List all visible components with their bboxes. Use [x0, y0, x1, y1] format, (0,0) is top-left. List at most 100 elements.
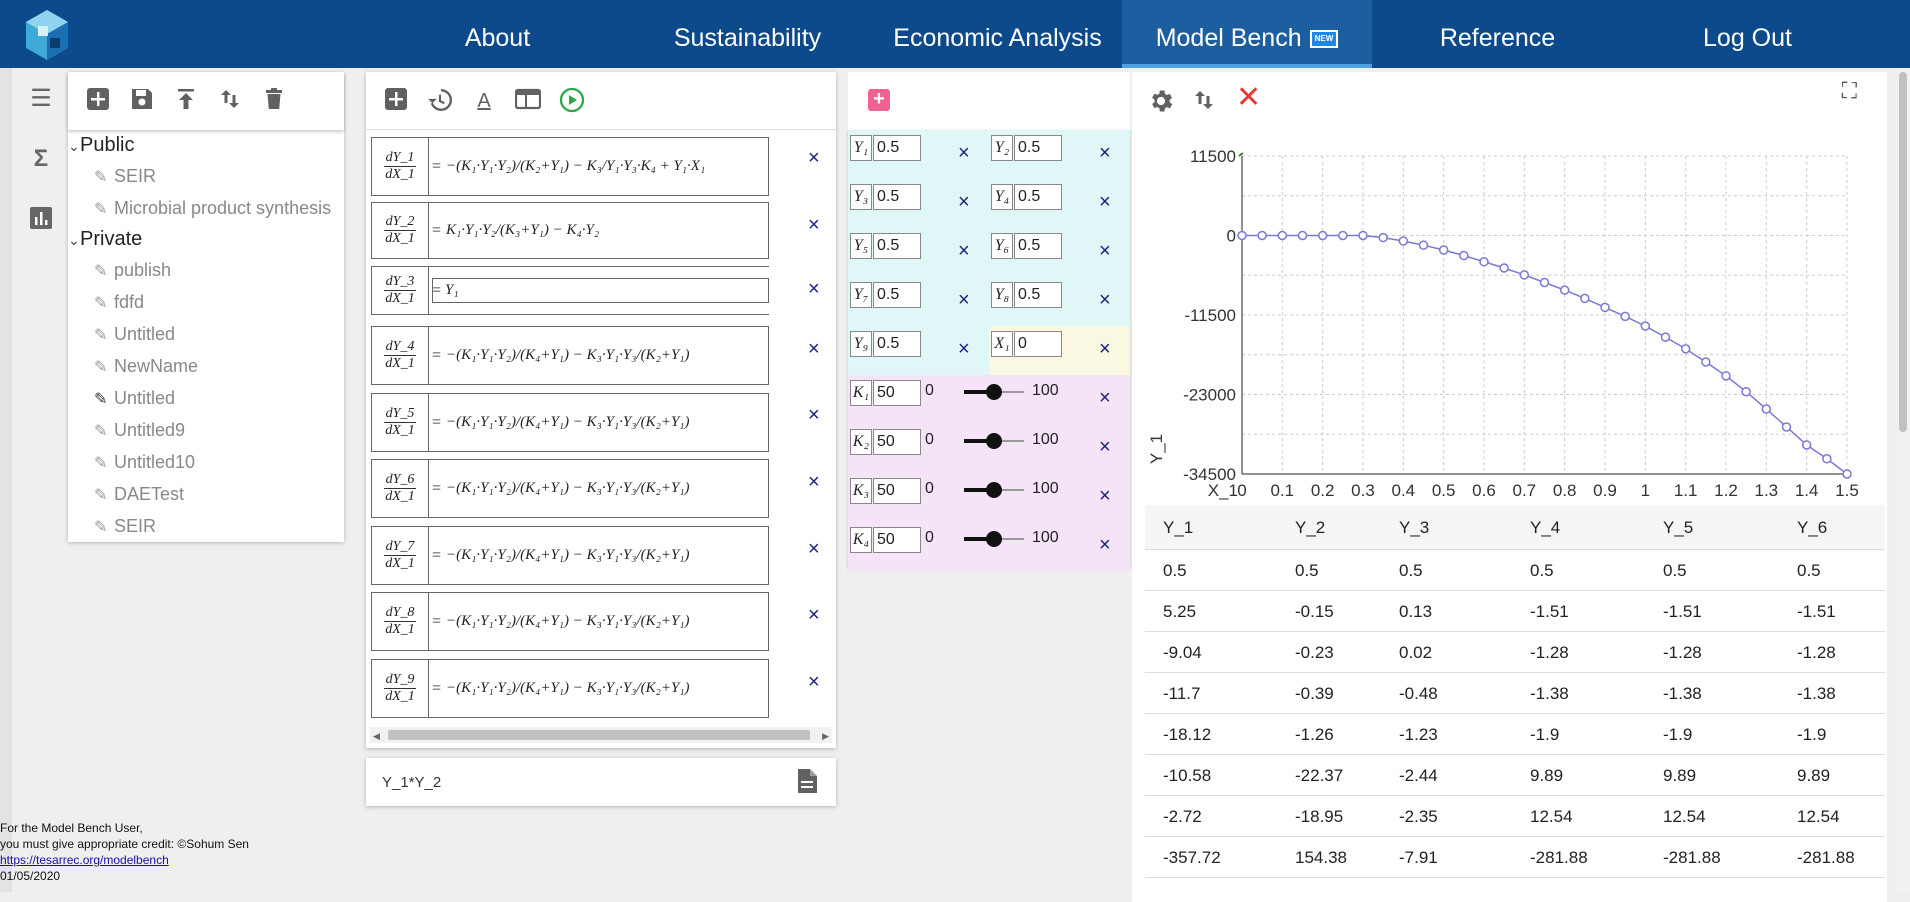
table-header[interactable]: Y_4: [1530, 518, 1560, 538]
history-icon[interactable]: [426, 87, 454, 115]
bar-chart-icon[interactable]: [28, 206, 54, 232]
menu-icon[interactable]: ☰: [28, 86, 54, 112]
equations-scrollbar[interactable]: ◀ ▶: [370, 727, 832, 743]
nav-log-out[interactable]: Log Out: [1680, 0, 1815, 68]
parameter-value-input[interactable]: 0: [1014, 331, 1062, 357]
nav-economic-analysis[interactable]: Economic Analysis: [880, 0, 1115, 68]
equation-rhs[interactable]: −(K₁·Y₁·Y₂)/(K₄+Y₁) − K₃·Y₁·Y₃/(K₂+Y₁): [446, 327, 690, 384]
parameter-value-input[interactable]: 0.5: [873, 282, 921, 308]
equation-row[interactable]: dY_9 dX_1 = −(K₁·Y₁·Y₂)/(K₄+Y₁) − K₃·Y₁·Y…: [371, 659, 769, 718]
table-header[interactable]: Y_1: [1163, 518, 1193, 538]
constant-value-input[interactable]: 50: [873, 478, 921, 504]
model-item[interactable]: ✎ Microbial product synthesis: [94, 198, 331, 219]
constant-slider[interactable]: [964, 482, 1024, 498]
constant-slider[interactable]: [964, 433, 1024, 449]
page-scroll-thumb[interactable]: [1899, 72, 1907, 432]
nav-about[interactable]: About: [430, 0, 565, 68]
model-item[interactable]: ✎ SEIR: [94, 516, 156, 537]
remove-equation-icon[interactable]: ×: [808, 404, 820, 427]
sort-icon[interactable]: [216, 87, 244, 115]
equation-row[interactable]: dY_2 dX_1 = K₁·Y₁·Y₂/(K₃+Y₁) − K₄·Y₂: [371, 202, 769, 259]
scroll-thumb[interactable]: [388, 730, 810, 740]
constant-slider[interactable]: [964, 531, 1024, 547]
model-item[interactable]: ✎ DAETest: [94, 484, 184, 505]
remove-parameter-icon[interactable]: ×: [958, 338, 970, 361]
remove-parameter-icon[interactable]: ×: [958, 142, 970, 165]
add-model-icon[interactable]: [84, 87, 112, 115]
equation-rhs[interactable]: −(K₁·Y₁·Y₂)/(K₄+Y₁) − K₃·Y₁·Y₃/(K₂+Y₁): [446, 394, 690, 451]
parameter-value-input[interactable]: 0.5: [873, 135, 921, 161]
table-header[interactable]: Y_2: [1295, 518, 1325, 538]
equation-rhs[interactable]: K₁·Y₁·Y₂/(K₃+Y₁) − K₄·Y₂: [446, 203, 599, 258]
equation-row[interactable]: dY_4 dX_1 = −(K₁·Y₁·Y₂)/(K₄+Y₁) − K₃·Y₁·Y…: [371, 326, 769, 385]
equation-row[interactable]: dY_3 dX_1 = Y₁: [371, 266, 769, 315]
expression-text[interactable]: Y_1*Y_2: [382, 774, 441, 791]
scroll-right-icon[interactable]: ▶: [822, 731, 829, 742]
model-item[interactable]: ✎ fdfd: [94, 292, 144, 313]
equation-row[interactable]: dY_6 dX_1 = −(K₁·Y₁·Y₂)/(K₄+Y₁) − K₃·Y₁·Y…: [371, 459, 769, 518]
delete-icon[interactable]: [260, 87, 288, 115]
equation-rhs[interactable]: −(K₁·Y₁·Y₂)/(K₂+Y₁) − K₃/Y₁·Y₃·K₄ + Y₁·X…: [446, 138, 705, 195]
remove-equation-icon[interactable]: ×: [808, 214, 820, 237]
remove-equation-icon[interactable]: ×: [808, 338, 820, 361]
close-icon[interactable]: ✕: [1236, 82, 1261, 114]
upload-icon[interactable]: [172, 87, 200, 115]
parameter-value-input[interactable]: 0.5: [1014, 184, 1062, 210]
remove-equation-icon[interactable]: ×: [808, 471, 820, 494]
nav-reference[interactable]: Reference: [1420, 0, 1575, 68]
private-caret-icon[interactable]: ⌄: [68, 232, 80, 249]
parameter-value-input[interactable]: 0.5: [873, 184, 921, 210]
remove-parameter-icon[interactable]: ×: [958, 289, 970, 312]
equation-rhs[interactable]: −(K₁·Y₁·Y₂)/(K₄+Y₁) − K₃·Y₁·Y₃/(K₂+Y₁): [446, 660, 690, 717]
remove-constant-icon[interactable]: ×: [1099, 436, 1111, 459]
document-icon[interactable]: [796, 768, 818, 799]
remove-equation-icon[interactable]: ×: [808, 604, 820, 627]
remove-constant-icon[interactable]: ×: [1099, 485, 1111, 508]
sort-icon[interactable]: [1192, 88, 1216, 117]
play-icon[interactable]: [558, 87, 586, 115]
remove-parameter-icon[interactable]: ×: [958, 240, 970, 263]
equation-row[interactable]: dY_8 dX_1 = −(K₁·Y₁·Y₂)/(K₄+Y₁) − K₃·Y₁·Y…: [371, 592, 769, 651]
nav-model-bench[interactable]: Model Bench NEW: [1122, 0, 1372, 68]
constant-value-input[interactable]: 50: [873, 380, 921, 406]
sigma-icon[interactable]: Σ: [28, 146, 54, 172]
remove-parameter-icon[interactable]: ×: [1099, 289, 1111, 312]
nav-sustainability[interactable]: Sustainability: [655, 0, 840, 68]
fullscreen-icon[interactable]: ⛶: [1842, 78, 1857, 104]
logo-icon[interactable]: [20, 8, 74, 62]
table-header[interactable]: Y_5: [1663, 518, 1693, 538]
table-header[interactable]: Y_6: [1797, 518, 1827, 538]
save-icon[interactable]: [128, 87, 156, 115]
remove-parameter-icon[interactable]: ×: [1099, 338, 1111, 361]
remove-parameter-icon[interactable]: ×: [1099, 142, 1111, 165]
constant-value-input[interactable]: 50: [873, 429, 921, 455]
parameter-value-input[interactable]: 0.5: [1014, 233, 1062, 259]
page-scrollbar[interactable]: [1896, 68, 1910, 892]
expression-panel[interactable]: Y_1*Y_2: [366, 758, 836, 806]
model-item[interactable]: ✎ publish: [94, 260, 171, 281]
remove-parameter-icon[interactable]: ×: [1099, 191, 1111, 214]
model-item[interactable]: ✎ Untitled9: [94, 420, 185, 441]
settings-icon[interactable]: [1147, 87, 1175, 120]
remove-parameter-icon[interactable]: ×: [1099, 240, 1111, 263]
equation-rhs[interactable]: −(K₁·Y₁·Y₂)/(K₄+Y₁) − K₃·Y₁·Y₃/(K₂+Y₁): [446, 460, 690, 517]
equation-rhs[interactable]: −(K₁·Y₁·Y₂)/(K₄+Y₁) − K₃·Y₁·Y₃/(K₂+Y₁): [446, 527, 690, 584]
remove-parameter-icon[interactable]: ×: [958, 191, 970, 214]
remove-constant-icon[interactable]: ×: [1099, 534, 1111, 557]
equation-row[interactable]: dY_5 dX_1 = −(K₁·Y₁·Y₂)/(K₄+Y₁) − K₃·Y₁·Y…: [371, 393, 769, 452]
add-parameter-icon[interactable]: +: [868, 89, 890, 111]
remove-equation-icon[interactable]: ×: [808, 538, 820, 561]
group-public[interactable]: Public: [80, 134, 134, 157]
remove-equation-icon[interactable]: ×: [808, 671, 820, 694]
model-item[interactable]: ✎ NewName: [94, 356, 198, 377]
model-item-active[interactable]: ✎ Untitled: [94, 388, 175, 409]
parameter-value-input[interactable]: 0.5: [873, 233, 921, 259]
slider-thumb[interactable]: [986, 433, 1002, 449]
equation-row[interactable]: dY_7 dX_1 = −(K₁·Y₁·Y₂)/(K₄+Y₁) − K₃·Y₁·Y…: [371, 526, 769, 585]
credit-link[interactable]: https://tesarrec.org/modelbench: [0, 853, 169, 867]
remove-equation-icon[interactable]: ×: [808, 278, 820, 301]
remove-constant-icon[interactable]: ×: [1099, 387, 1111, 410]
table-icon[interactable]: [514, 87, 542, 115]
model-item[interactable]: ✎ SEIR: [94, 166, 156, 187]
equation-rhs[interactable]: −(K₁·Y₁·Y₂)/(K₄+Y₁) − K₃·Y₁·Y₃/(K₂+Y₁): [446, 593, 690, 650]
